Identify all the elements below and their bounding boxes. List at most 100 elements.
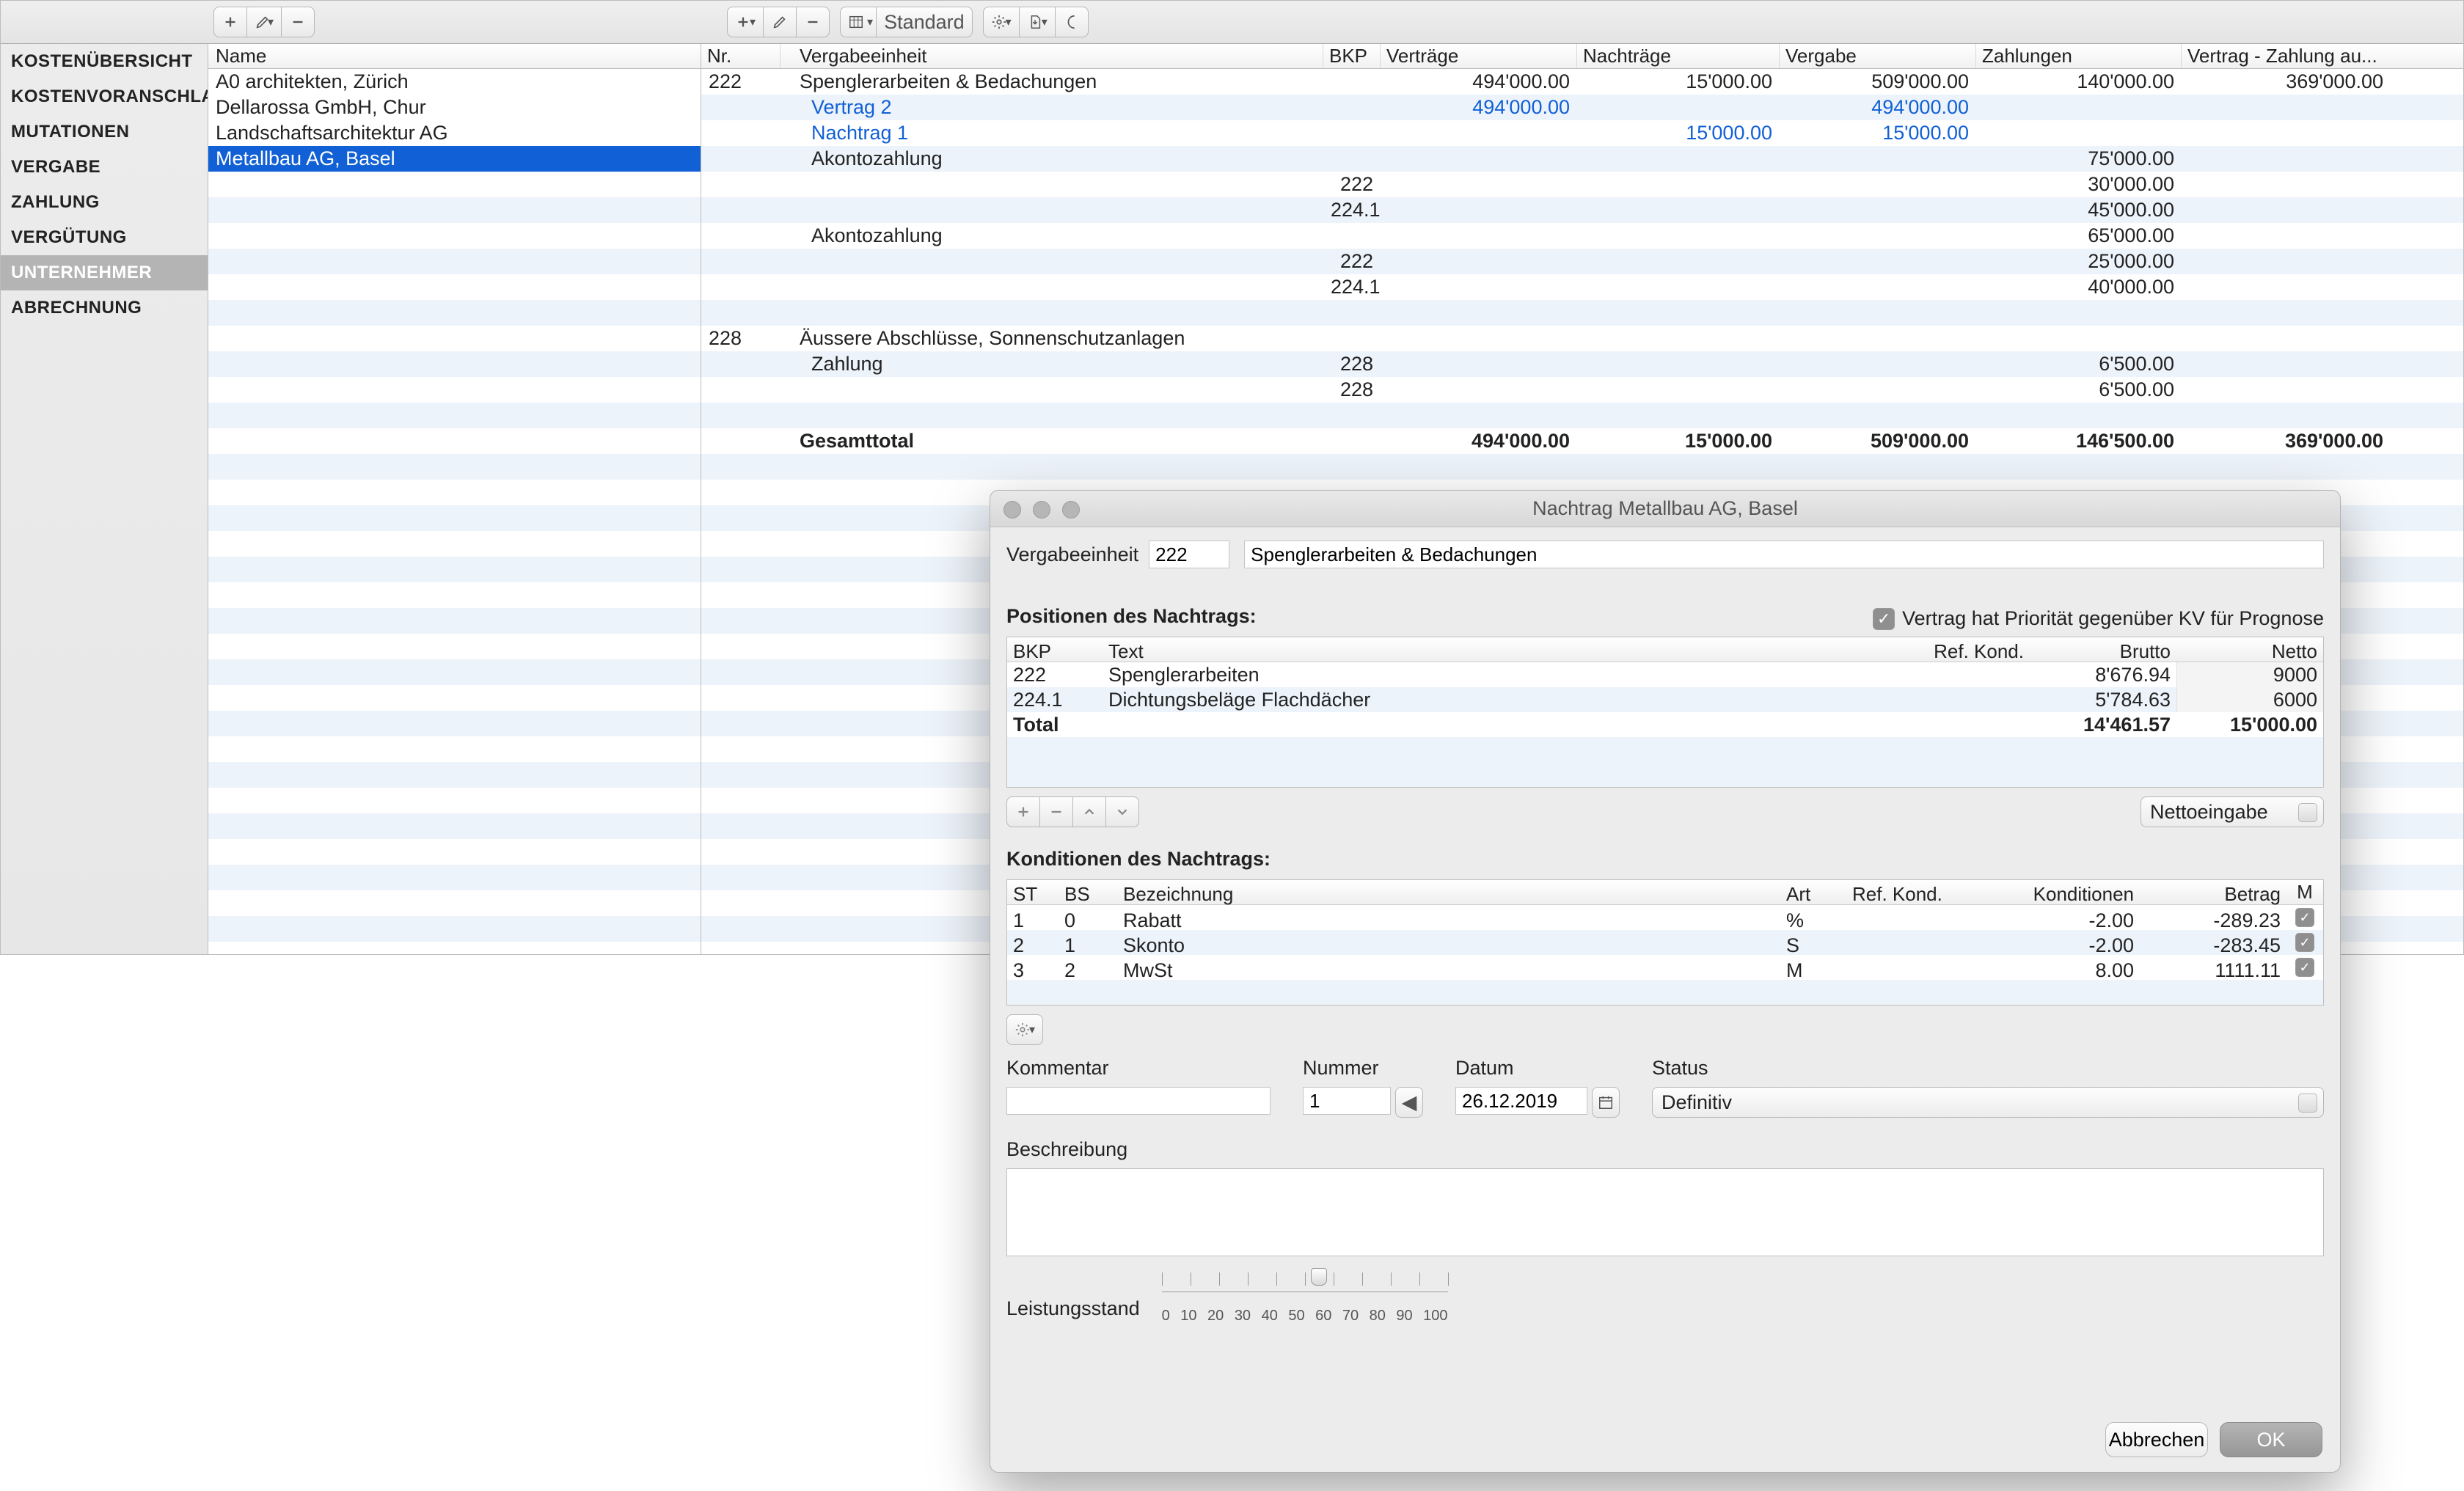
grid-row[interactable]: 22225'000.00 <box>701 249 2463 274</box>
grid-row[interactable]: Zahlung2286'500.00 <box>701 351 2463 377</box>
grid-row[interactable]: Gesamttotal494'000.0015'000.00509'000.00… <box>701 428 2463 454</box>
export-button[interactable]: ▾ <box>1019 7 1056 37</box>
position-up-button[interactable] <box>1072 796 1106 827</box>
grid-row[interactable]: 22230'000.00 <box>701 172 2463 197</box>
sidebar-item[interactable]: MUTATIONEN <box>1 114 208 150</box>
vergabeeinheit-nr-input[interactable] <box>1149 541 1229 568</box>
kommentar-input[interactable] <box>1006 1087 1271 1115</box>
sidebar-item[interactable]: VERGABE <box>1 150 208 185</box>
col-vergabeeinheit[interactable]: Vergabeeinheit <box>780 44 1323 68</box>
datum-label: Datum <box>1455 1057 1620 1080</box>
condition-row[interactable]: 10Rabatt%-2.00-289.23✓ <box>1007 905 2323 930</box>
vergabeeinheit-label: Vergabeeinheit <box>1006 543 1138 566</box>
priority-label: Vertrag hat Priorität gegenüber KV für P… <box>1902 607 2324 630</box>
sidebar-item[interactable]: ABRECHNUNG <box>1 290 208 326</box>
sidebar-item[interactable]: UNTERNEHMER <box>1 255 208 290</box>
zoom-icon[interactable] <box>1062 501 1080 519</box>
grid-row[interactable]: 228Äussere Abschlüsse, Sonnenschutzanlag… <box>701 326 2463 351</box>
position-row[interactable]: Total14'461.5715'000.00 <box>1007 712 2323 737</box>
pos-col-brutto[interactable]: Brutto <box>2030 637 2176 662</box>
position-row[interactable]: 222Spenglerarbeiten8'676.949000 <box>1007 662 2323 687</box>
kond-col-st[interactable]: ST <box>1007 880 1059 904</box>
settings-button[interactable]: ▾ <box>983 7 1020 37</box>
vergabeeinheit-name-input[interactable] <box>1244 541 2324 568</box>
kond-col-betrag[interactable]: Betrag <box>2140 880 2286 904</box>
col-vertrag-zahlung[interactable]: Vertrag - Zahlung au... <box>2182 44 2391 68</box>
conditions-title: Konditionen des Nachtrags: <box>1006 848 2324 871</box>
col-nr[interactable]: Nr. <box>701 44 780 68</box>
datum-input[interactable] <box>1455 1087 1587 1115</box>
kond-col-bs[interactable]: BS <box>1059 880 1117 904</box>
grid-row[interactable]: 222Spenglerarbeiten & Bedachungen494'000… <box>701 69 2463 95</box>
kond-col-art[interactable]: Art <box>1780 880 1846 904</box>
priority-checkbox[interactable]: ✓ <box>1873 608 1895 630</box>
dialog-title: Nachtrag Metallbau AG, Basel <box>990 497 2340 520</box>
kond-col-refkond[interactable]: Ref. Kond. <box>1846 880 1993 904</box>
position-add-button[interactable] <box>1006 796 1040 827</box>
position-down-button[interactable] <box>1105 796 1139 827</box>
sidebar: KOSTENÜBERSICHTKOSTENVORANSCHLAGMUTATION… <box>1 44 208 954</box>
cancel-button[interactable]: Abbrechen <box>2105 1422 2208 1457</box>
add-row-button[interactable]: ▾ <box>727 7 764 37</box>
grid-row[interactable]: 2286'500.00 <box>701 377 2463 403</box>
prev-nachtrag-button[interactable]: ◀ <box>1395 1087 1423 1118</box>
entity-list-header[interactable]: Name <box>208 44 701 69</box>
condition-row[interactable]: 21SkontoS-2.00-283.45✓ <box>1007 930 2323 955</box>
row-tool-group: ▾ <box>727 7 830 37</box>
kond-col-konditionen[interactable]: Konditionen <box>1993 880 2140 904</box>
status-select[interactable]: Definitiv <box>1652 1087 2324 1118</box>
conditions-settings-button[interactable]: ▾ <box>1006 1014 1043 1045</box>
kond-col-bezeichnung[interactable]: Bezeichnung <box>1117 880 1780 904</box>
entity-list: Name A0 architekten, ZürichDellarossa Gm… <box>208 44 701 954</box>
edit-row-button[interactable] <box>763 7 797 37</box>
position-remove-button[interactable] <box>1039 796 1073 827</box>
position-row[interactable]: 224.1Dichtungsbeläge Flachdächer5'784.63… <box>1007 687 2323 712</box>
grid-row[interactable]: 224.145'000.00 <box>701 197 2463 223</box>
ok-button[interactable]: OK <box>2220 1422 2322 1457</box>
grid-row[interactable]: Akontozahlung75'000.00 <box>701 146 2463 172</box>
entity-row[interactable]: Landschaftsarchitektur AG <box>208 120 701 146</box>
toolbar: ▾ ▾ ▾ Standard ▾ ▾ <box>1 0 2463 44</box>
condition-row[interactable]: 32MwStM8.001111.11✓ <box>1007 955 2323 980</box>
beschreibung-input[interactable] <box>1006 1168 2324 1256</box>
view-selector[interactable]: ▾ <box>840 7 877 37</box>
positions-table: BKP Text Ref. Kond. Brutto Netto 222Spen… <box>1006 637 2324 788</box>
grid-row[interactable]: Akontozahlung65'000.00 <box>701 223 2463 249</box>
sidebar-item[interactable]: ZAHLUNG <box>1 185 208 220</box>
col-nachtraege[interactable]: Nachträge <box>1577 44 1780 68</box>
col-vergabe[interactable]: Vergabe <box>1780 44 1976 68</box>
grid-row[interactable]: Vertrag 2494'000.00494'000.00 <box>701 95 2463 120</box>
pos-col-bkp[interactable]: BKP <box>1007 637 1103 662</box>
nummer-label: Nummer <box>1303 1057 1423 1080</box>
leistungsstand-label: Leistungsstand <box>1006 1297 1140 1320</box>
calendar-button[interactable] <box>1592 1087 1620 1118</box>
night-mode-button[interactable] <box>1055 7 1089 37</box>
grid-row[interactable]: 224.140'000.00 <box>701 274 2463 300</box>
col-zahlungen[interactable]: Zahlungen <box>1976 44 2182 68</box>
dialog-titlebar[interactable]: Nachtrag Metallbau AG, Basel <box>990 491 2340 527</box>
remove-row-button[interactable] <box>796 7 830 37</box>
nummer-input[interactable] <box>1303 1087 1391 1115</box>
netto-select[interactable]: Nettoeingabe <box>2141 796 2324 827</box>
grid-row[interactable] <box>701 300 2463 326</box>
entity-row[interactable]: A0 architekten, Zürich <box>208 69 701 95</box>
pos-col-netto[interactable]: Netto <box>2176 637 2323 662</box>
minimize-icon[interactable] <box>1033 501 1050 519</box>
entity-row[interactable]: Dellarossa GmbH, Chur <box>208 95 701 120</box>
grid-row[interactable]: Nachtrag 115'000.0015'000.00 <box>701 120 2463 146</box>
entity-row[interactable]: Metallbau AG, Basel <box>208 146 701 172</box>
pos-col-refkond[interactable]: Ref. Kond. <box>1883 637 2030 662</box>
pos-col-text[interactable]: Text <box>1103 637 1883 662</box>
kond-col-m[interactable]: M <box>2286 880 2323 904</box>
sidebar-item[interactable]: KOSTENÜBERSICHT <box>1 44 208 79</box>
close-icon[interactable] <box>1003 501 1021 519</box>
leistungsstand-slider[interactable]: 0102030405060708090100 <box>1162 1286 1448 1325</box>
col-bkp[interactable]: BKP <box>1323 44 1381 68</box>
sidebar-item[interactable]: KOSTENVORANSCHLAG <box>1 79 208 114</box>
grid-header: Nr. Vergabeeinheit BKP Verträge Nachträg… <box>701 44 2463 69</box>
col-vertraege[interactable]: Verträge <box>1381 44 1577 68</box>
grid-row[interactable] <box>701 403 2463 428</box>
sidebar-item[interactable]: VERGÜTUNG <box>1 220 208 255</box>
kommentar-label: Kommentar <box>1006 1057 1271 1080</box>
window-controls[interactable] <box>1003 501 1080 519</box>
